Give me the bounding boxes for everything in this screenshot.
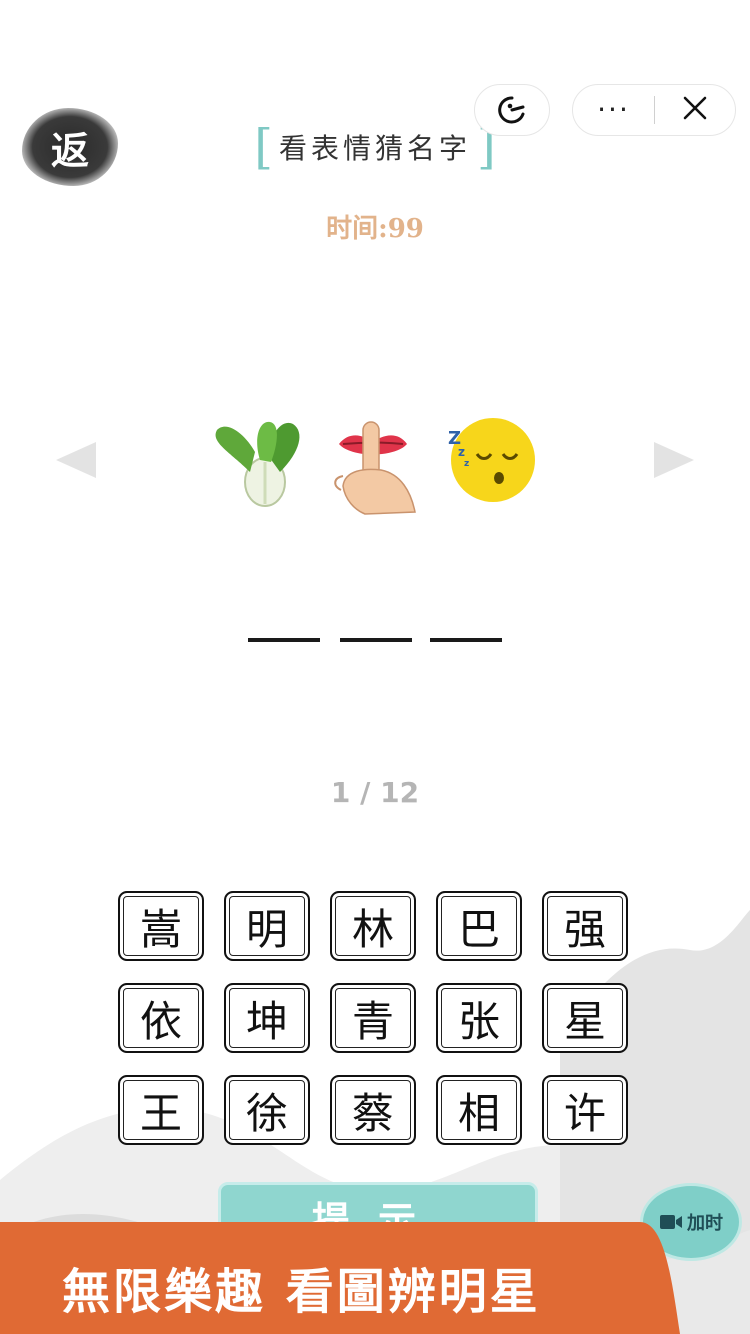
- close-icon: [683, 96, 706, 120]
- answer-slot[interactable]: [248, 638, 320, 642]
- char-tile[interactable]: 徐: [224, 1075, 310, 1145]
- char-tile[interactable]: 王: [118, 1075, 204, 1145]
- previous-arrow-icon[interactable]: [54, 440, 98, 480]
- shush-lips-icon: [334, 421, 416, 515]
- char-tile[interactable]: 坤: [224, 983, 310, 1053]
- answer-slot[interactable]: [430, 638, 502, 642]
- promo-banner-text: 無限樂趣 看圖辨明星: [62, 1264, 541, 1320]
- title-bracket-left: [: [254, 119, 273, 175]
- char-tile[interactable]: 嵩: [118, 891, 204, 961]
- timer-label: 时间:99: [326, 214, 424, 244]
- game-center-button[interactable]: [474, 84, 550, 136]
- emoji-puzzle: Z z z: [215, 418, 535, 515]
- back-button-label: 返: [50, 127, 89, 173]
- char-tile[interactable]: 蔡: [330, 1075, 416, 1145]
- bok-choy-icon: [215, 421, 300, 507]
- char-tile[interactable]: 星: [542, 983, 628, 1053]
- char-tile[interactable]: 相: [436, 1075, 522, 1145]
- sleeping-face-icon: Z z z: [448, 418, 535, 502]
- game-face-icon: [498, 96, 525, 124]
- char-tile[interactable]: 明: [224, 891, 310, 961]
- mini-program-capsule: ···: [572, 84, 736, 136]
- answer-slots: [248, 638, 504, 644]
- back-button[interactable]: 返: [22, 108, 118, 186]
- title-text: 看表情猜名字: [278, 132, 471, 165]
- char-tile[interactable]: 林: [330, 891, 416, 961]
- progress-counter: 1 / 12: [330, 776, 420, 809]
- char-tile[interactable]: 巴: [436, 891, 522, 961]
- page-title: [ 看表情猜名字 ]: [230, 122, 520, 172]
- char-tile[interactable]: 强: [542, 891, 628, 961]
- next-arrow-icon[interactable]: [652, 440, 696, 480]
- close-button[interactable]: [655, 95, 735, 125]
- more-options-button[interactable]: ···: [574, 96, 654, 124]
- answer-slot[interactable]: [340, 638, 412, 642]
- char-tile[interactable]: 青: [330, 983, 416, 1053]
- char-tile[interactable]: 许: [542, 1075, 628, 1145]
- char-tile[interactable]: 依: [118, 983, 204, 1053]
- svg-text:z: z: [458, 445, 465, 459]
- char-tile[interactable]: 张: [436, 983, 522, 1053]
- svg-text:z: z: [464, 459, 469, 469]
